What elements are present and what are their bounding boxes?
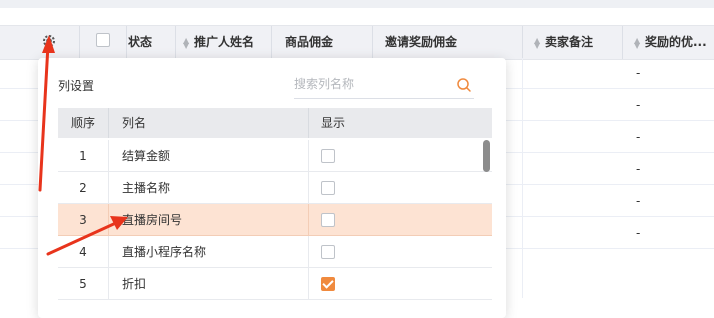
cell-divider <box>308 204 309 236</box>
header-separator <box>79 26 80 59</box>
row-index: 1 <box>79 149 87 163</box>
display-checkbox[interactable] <box>321 213 335 227</box>
table-cell: - <box>636 226 641 240</box>
header-column-name: 列名 <box>122 116 147 130</box>
display-checkbox[interactable] <box>321 149 335 163</box>
display-checkbox[interactable] <box>321 181 335 195</box>
header-reward-coupon[interactable]: ▲ ▼ 奖励的优... <box>634 26 714 59</box>
row-index: 4 <box>79 245 87 259</box>
header-separator <box>271 26 272 59</box>
settings-row[interactable]: 4 直播小程序名称 <box>58 236 492 268</box>
header-separator <box>522 26 523 59</box>
sort-icon[interactable]: ▲ ▼ <box>634 36 641 49</box>
cell-divider <box>108 172 109 204</box>
table-cell: - <box>636 162 641 176</box>
cell-divider <box>308 268 309 300</box>
cell-divider <box>108 204 109 236</box>
display-checkbox[interactable] <box>321 245 335 259</box>
cell-divider <box>108 236 109 268</box>
header-promoter-name[interactable]: ▲ ▼ 推广人姓名 <box>183 26 254 59</box>
header-separator <box>622 26 623 59</box>
header-reward-coupon-label: 奖励的优... <box>645 35 707 49</box>
row-column-name: 主播名称 <box>122 181 171 195</box>
cell-divider <box>308 140 309 172</box>
row-column-name: 直播小程序名称 <box>122 245 207 259</box>
top-strip <box>0 0 714 8</box>
table-cell: - <box>636 130 641 144</box>
header-invite-commission[interactable]: 邀请奖励佣金 <box>385 26 457 59</box>
row-column-name: 折扣 <box>122 277 147 291</box>
sort-icon[interactable]: ▲ ▼ <box>183 36 190 49</box>
cell-divider <box>308 236 309 268</box>
header-separator <box>126 26 127 59</box>
column-settings-popup: 列设置 顺序 列名 显示 1 结算金额 2 主播名称 3 直播房间号 4 直播小… <box>38 58 506 318</box>
row-index: 3 <box>79 213 87 227</box>
header-product-commission[interactable]: 商品佣金 <box>285 26 333 59</box>
settings-row[interactable]: 1 结算金额 <box>58 140 492 172</box>
header-separator <box>175 26 176 59</box>
row-index: 5 <box>79 277 87 291</box>
header-separator <box>108 108 109 138</box>
header-status[interactable]: 状态 <box>128 26 152 59</box>
cell-divider <box>108 140 109 172</box>
settings-row[interactable]: 5 折扣 <box>58 268 492 300</box>
scrollbar[interactable] <box>483 140 490 172</box>
header-index: 顺序 <box>70 116 95 130</box>
settings-row-highlighted[interactable]: 3 直播房间号 <box>58 204 492 236</box>
row-index: 2 <box>79 181 87 195</box>
header-seller-note-label: 卖家备注 <box>545 35 594 49</box>
search-icon[interactable] <box>456 77 472 93</box>
table-cell: - <box>636 66 641 80</box>
cell-divider <box>308 172 309 204</box>
row-column-name: 结算金额 <box>122 149 171 163</box>
table-cell: - <box>636 194 641 208</box>
settings-table-header: 顺序 列名 显示 <box>58 108 492 138</box>
display-checkbox-checked[interactable] <box>321 277 335 291</box>
row-column-name: 直播房间号 <box>122 213 183 227</box>
header-seller-note[interactable]: ▲ ▼ 卖家备注 <box>534 26 593 59</box>
cell-divider <box>108 268 109 300</box>
column-divider <box>522 58 523 298</box>
header-promoter-name-label: 推广人姓名 <box>194 35 255 49</box>
header-display: 显示 <box>321 116 346 130</box>
column-search-input[interactable] <box>294 70 474 99</box>
sort-icon[interactable]: ▲ ▼ <box>534 36 541 49</box>
table-cell: - <box>636 98 641 112</box>
header-separator <box>308 108 309 138</box>
popup-title: 列设置 <box>58 79 95 93</box>
select-all-checkbox[interactable] <box>96 33 110 47</box>
gear-icon[interactable] <box>41 33 57 49</box>
header-separator <box>372 26 373 59</box>
settings-row[interactable]: 2 主播名称 <box>58 172 492 204</box>
